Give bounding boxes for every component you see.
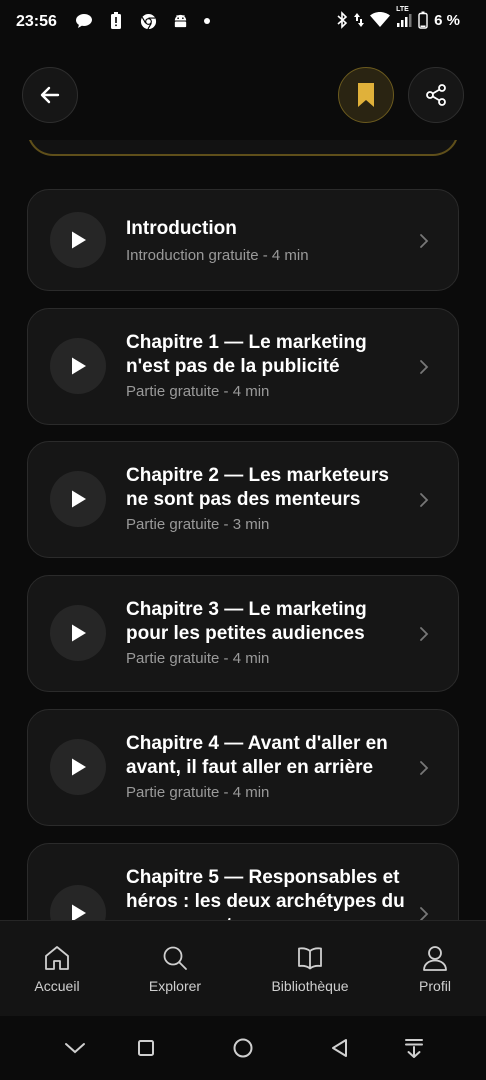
chapter-title: Chapitre 4 — Avant d'aller en avant, il … bbox=[126, 733, 388, 778]
share-icon bbox=[426, 84, 446, 106]
bookmark-icon bbox=[358, 83, 374, 107]
play-icon bbox=[72, 490, 86, 508]
chapter-card-1[interactable]: Chapitre 1 — Le marketing n'est pas de l… bbox=[27, 308, 459, 425]
book-icon bbox=[298, 947, 322, 970]
nav-item-accueil[interactable]: Accueil bbox=[2, 921, 112, 1017]
chapter-subtitle: Partie gratuite - 3 min bbox=[126, 516, 270, 533]
chevron-right-icon bbox=[418, 624, 430, 644]
chapter-card-5[interactable]: Chapitre 5 — Responsables et héros : les… bbox=[27, 843, 459, 920]
play-icon bbox=[72, 624, 86, 642]
chapter-card-3[interactable]: Chapitre 3 — Le marketing pour les petit… bbox=[27, 575, 459, 692]
chapter-title: Introduction bbox=[126, 218, 237, 239]
chevron-right-icon bbox=[418, 231, 430, 251]
play-icon bbox=[72, 357, 86, 375]
chapter-list[interactable]: Introduction Introduction gratuite - 4 m… bbox=[0, 188, 486, 920]
chapter-title: Chapitre 1 — Le marketing n'est pas de l… bbox=[126, 332, 367, 377]
play-button[interactable] bbox=[50, 885, 106, 920]
share-button[interactable] bbox=[408, 67, 464, 123]
play-button[interactable] bbox=[50, 212, 106, 268]
chat-bubble-icon bbox=[74, 11, 94, 31]
status-time: 23:56 bbox=[16, 13, 57, 30]
nav-label: Profil bbox=[419, 978, 451, 994]
chapter-card-introduction[interactable]: Introduction Introduction gratuite - 4 m… bbox=[27, 189, 459, 291]
wifi-icon bbox=[370, 12, 391, 28]
back-triangle-icon[interactable] bbox=[328, 1036, 352, 1060]
chrome-icon bbox=[138, 11, 158, 31]
nav-item-profil[interactable]: Profil bbox=[380, 921, 486, 1017]
play-icon bbox=[72, 231, 86, 249]
back-button[interactable] bbox=[22, 67, 78, 123]
nav-label: Accueil bbox=[34, 978, 80, 994]
nav-item-explorer[interactable]: Explorer bbox=[120, 921, 230, 1017]
nav-item-bibliotheque[interactable]: Bibliothèque bbox=[255, 921, 365, 1017]
bluetooth-icon bbox=[336, 11, 348, 29]
chevron-right-icon bbox=[418, 904, 430, 920]
play-button[interactable] bbox=[50, 739, 106, 795]
chevron-right-icon bbox=[418, 357, 430, 377]
battery-alert-icon bbox=[106, 11, 126, 31]
nav-label: Bibliothèque bbox=[271, 978, 349, 994]
play-button[interactable] bbox=[50, 605, 106, 661]
play-icon bbox=[72, 904, 86, 920]
battery-percent: 6 % bbox=[434, 11, 460, 29]
chapter-subtitle: Partie gratuite - 4 min bbox=[126, 784, 270, 801]
chapter-title: Chapitre 5 — Responsables et héros : les… bbox=[126, 867, 405, 920]
nav-label: Explorer bbox=[148, 978, 202, 994]
chevron-right-icon bbox=[418, 490, 430, 510]
recents-icon[interactable] bbox=[134, 1036, 158, 1060]
notification-icons bbox=[74, 11, 210, 31]
chapter-title: Chapitre 2 — Les marketeurs ne sont pas … bbox=[126, 465, 389, 510]
chapter-card-4[interactable]: Chapitre 4 — Avant d'aller en avant, il … bbox=[27, 709, 459, 826]
data-arrows-icon bbox=[354, 12, 365, 28]
bottom-navigation: Accueil Explorer Bibliothèque Profil bbox=[0, 920, 486, 1016]
home-circle-icon[interactable] bbox=[231, 1036, 255, 1060]
android-icon bbox=[170, 11, 190, 31]
dot-icon bbox=[204, 18, 210, 24]
download-icon[interactable] bbox=[402, 1036, 426, 1060]
chapter-subtitle: Introduction gratuite - 4 min bbox=[126, 247, 309, 264]
system-navigation-bar bbox=[0, 1016, 486, 1080]
bookmark-button[interactable] bbox=[338, 67, 394, 123]
battery-icon bbox=[418, 11, 428, 29]
network-label: LTE bbox=[396, 6, 409, 13]
home-icon bbox=[45, 946, 69, 970]
signal-icon: LTE bbox=[396, 6, 412, 28]
play-button[interactable] bbox=[50, 471, 106, 527]
chapter-subtitle: Partie gratuite - 4 min bbox=[126, 383, 270, 400]
play-button[interactable] bbox=[50, 338, 106, 394]
search-icon bbox=[163, 946, 187, 970]
status-bar: 23:56 LTE 6 % bbox=[0, 0, 486, 44]
chevron-right-icon bbox=[418, 758, 430, 778]
play-icon bbox=[72, 758, 86, 776]
chevron-down-icon[interactable] bbox=[63, 1036, 87, 1060]
chapter-subtitle: Partie gratuite - 4 min bbox=[126, 650, 270, 667]
chapter-title: Chapitre 3 — Le marketing pour les petit… bbox=[126, 599, 367, 644]
arrow-left-icon bbox=[40, 86, 60, 104]
system-status-icons: LTE 6 % bbox=[336, 6, 460, 29]
profile-icon bbox=[423, 946, 447, 971]
chapter-card-2[interactable]: Chapitre 2 — Les marketeurs ne sont pas … bbox=[27, 441, 459, 558]
